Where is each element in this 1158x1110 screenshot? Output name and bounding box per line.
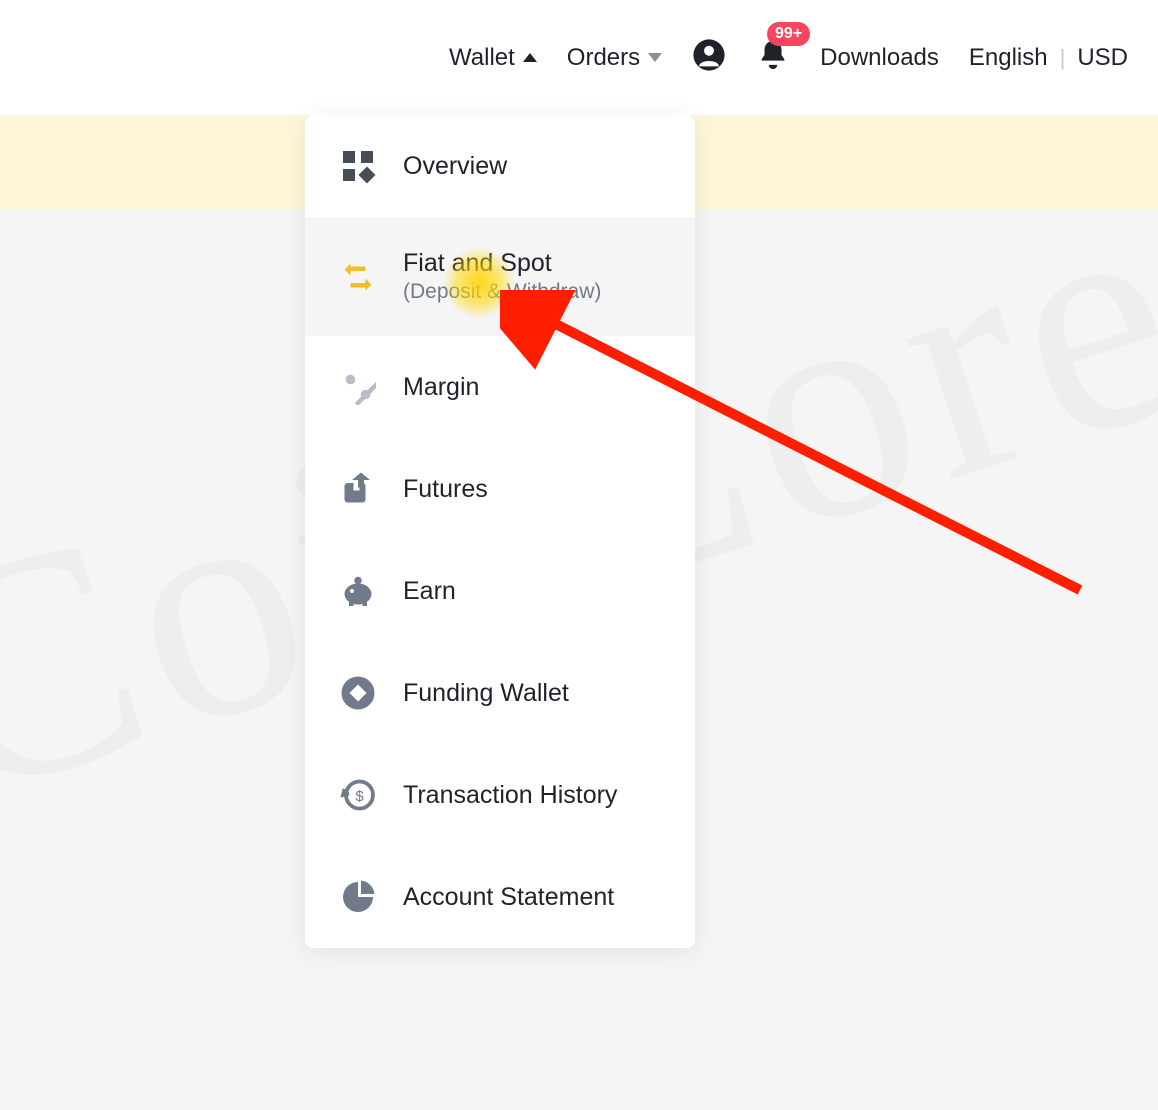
- menu-item-transaction-history[interactable]: $ Transaction History: [305, 744, 695, 846]
- language-label: English: [969, 44, 1048, 72]
- menu-label-fiat-spot: Fiat and Spot: [403, 249, 601, 278]
- history-icon: $: [339, 776, 377, 814]
- caret-up-icon: [523, 53, 537, 62]
- account-icon[interactable]: [692, 38, 726, 77]
- diamond-circle-icon: [339, 674, 377, 712]
- bell-icon: [756, 59, 790, 76]
- grid-icon: [339, 147, 377, 185]
- piggy-icon: [339, 572, 377, 610]
- menu-label-futures: Futures: [403, 475, 488, 504]
- caret-down-icon: [648, 53, 662, 62]
- percent-icon: [339, 368, 377, 406]
- menu-label-funding: Funding Wallet: [403, 679, 569, 708]
- futures-icon: [339, 470, 377, 508]
- menu-item-margin[interactable]: Margin: [305, 336, 695, 438]
- orders-nav-item[interactable]: Orders: [567, 44, 662, 72]
- menu-label-overview: Overview: [403, 152, 507, 181]
- language-selector[interactable]: English: [969, 44, 1048, 72]
- downloads-nav-item[interactable]: Downloads: [820, 44, 939, 72]
- wallet-nav-item[interactable]: Wallet: [449, 44, 537, 72]
- currency-label: USD: [1077, 44, 1128, 72]
- currency-selector[interactable]: USD: [1077, 44, 1128, 72]
- menu-item-overview[interactable]: Overview: [305, 115, 695, 217]
- pie-icon: [339, 878, 377, 916]
- menu-item-fiat-spot[interactable]: Fiat and Spot (Deposit & Withdraw): [305, 217, 695, 336]
- separator: |: [1060, 45, 1066, 71]
- top-nav: Wallet Orders 99+ Downloads English | US…: [0, 0, 1158, 115]
- menu-label-margin: Margin: [403, 373, 479, 402]
- notification-badge: 99+: [767, 22, 810, 46]
- menu-label-earn: Earn: [403, 577, 456, 606]
- menu-sub-fiat-spot: (Deposit & Withdraw): [403, 280, 601, 304]
- notifications-button[interactable]: 99+: [756, 38, 790, 77]
- svg-text:$: $: [355, 788, 364, 805]
- menu-label-statement: Account Statement: [403, 883, 614, 912]
- menu-item-funding-wallet[interactable]: Funding Wallet: [305, 642, 695, 744]
- menu-item-account-statement[interactable]: Account Statement: [305, 846, 695, 948]
- wallet-label: Wallet: [449, 44, 515, 72]
- menu-item-earn[interactable]: Earn: [305, 540, 695, 642]
- exchange-icon: [339, 258, 377, 296]
- wallet-dropdown: Overview Fiat and Spot (Deposit & Withdr…: [305, 115, 695, 948]
- downloads-label: Downloads: [820, 44, 939, 72]
- orders-label: Orders: [567, 44, 640, 72]
- menu-label-history: Transaction History: [403, 781, 617, 810]
- menu-item-futures[interactable]: Futures: [305, 438, 695, 540]
